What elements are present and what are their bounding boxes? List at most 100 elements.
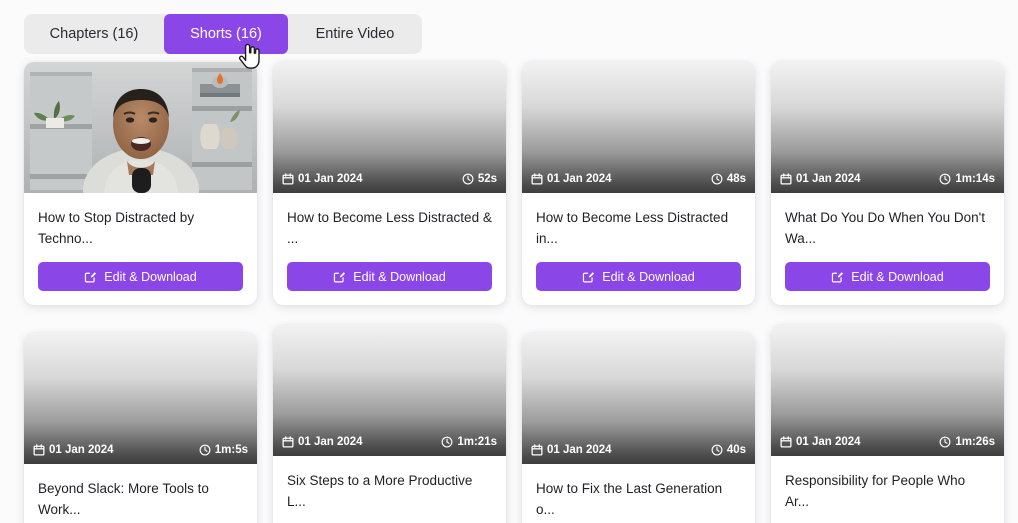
calendar-icon [282, 436, 294, 448]
card-thumbnail-placeholder[interactable]: 01 Jan 2024 1m:21s [273, 325, 506, 456]
card-date-text: 01 Jan 2024 [796, 436, 861, 448]
card-duration: 1m:5s [199, 444, 248, 456]
card-date-text: 01 Jan 2024 [547, 173, 612, 185]
calendar-icon [282, 173, 294, 185]
thumbnail-image [24, 62, 257, 193]
card-duration-text: 48s [726, 173, 746, 185]
clock-icon [441, 436, 453, 448]
card-title: How to Stop Distracted by Techno... [38, 210, 195, 246]
tab-shorts-label: Shorts (16) [190, 26, 262, 42]
tab-shorts[interactable]: Shorts (16) [164, 14, 288, 54]
card-title: How to Fix the Last Generation o... [536, 481, 723, 517]
card-thumbnail-placeholder[interactable]: 01 Jan 2024 40s [522, 333, 755, 464]
edit-and-download-button[interactable]: Edit & Download [536, 262, 741, 291]
card-duration: 40s [711, 444, 746, 456]
card-thumbnail-placeholder[interactable]: 01 Jan 2024 1m:14s [771, 62, 1004, 193]
edit-and-download-label: Edit & Download [602, 269, 695, 284]
edit-and-download-button[interactable]: Edit & Download [785, 262, 990, 291]
card-title: How to Become Less Distracted in... [536, 210, 729, 246]
edit-and-download-label: Edit & Download [851, 269, 944, 284]
card-body: How to Become Less Distracted & ... Edit… [273, 193, 506, 305]
card-duration-text: 1m:26s [955, 436, 995, 448]
short-card[interactable]: 01 Jan 2024 1m:14s What Do You Do When Y… [771, 62, 1004, 305]
clock-icon [711, 444, 723, 456]
thumbnail-meta: 01 Jan 2024 48s [522, 165, 755, 193]
short-card[interactable]: 01 Jan 2024 1m:21s Six Steps to a More P… [273, 325, 506, 523]
short-card[interactable]: 01 Jan 2024 52s How to Become Less Distr… [273, 62, 506, 305]
calendar-icon [780, 173, 792, 185]
thumbnail-meta: 01 Jan 2024 52s [273, 165, 506, 193]
grid-column-2: 01 Jan 2024 52s How to Become Less Distr… [273, 62, 506, 523]
thumbnail-meta: 01 Jan 2024 1m:26s [771, 428, 1004, 456]
card-date: 01 Jan 2024 [33, 444, 114, 456]
card-date: 01 Jan 2024 [282, 173, 363, 185]
clock-icon [939, 173, 951, 185]
edit-square-icon [832, 272, 844, 283]
card-thumbnail-placeholder[interactable]: 01 Jan 2024 1m:26s [771, 325, 1004, 456]
card-thumbnail-placeholder[interactable]: 01 Jan 2024 52s [273, 62, 506, 193]
tab-chapters[interactable]: Chapters (16) [24, 14, 164, 54]
calendar-icon [531, 444, 543, 456]
edit-square-icon [85, 272, 97, 283]
clock-icon [711, 173, 723, 185]
clock-icon [462, 173, 474, 185]
card-title: Six Steps to a More Productive L... [287, 473, 473, 509]
card-body: How to Become Less Distracted in... Edit… [522, 193, 755, 305]
card-body: How to Fix the Last Generation o... Edit… [522, 464, 755, 523]
card-date-text: 01 Jan 2024 [298, 436, 363, 448]
tab-chapters-label: Chapters (16) [49, 26, 139, 42]
shorts-card-grid: 01 Jan 2024 1m:8s How to Stop Distracted… [24, 62, 1018, 523]
card-date: 01 Jan 2024 [531, 173, 612, 185]
card-duration-text: 1m:14s [955, 173, 995, 185]
card-body: Responsibility for People Who Ar... Edit… [771, 456, 1004, 523]
card-body: Six Steps to a More Productive L... Edit… [273, 456, 506, 523]
card-thumbnail-photo[interactable] [24, 62, 257, 193]
card-body: How to Stop Distracted by Techno... Edit… [24, 193, 257, 305]
card-duration: 48s [711, 173, 746, 185]
thumbnail-meta: 01 Jan 2024 1m:14s [771, 165, 1004, 193]
card-duration: 52s [462, 173, 497, 185]
calendar-icon [780, 436, 792, 448]
short-card[interactable]: 01 Jan 2024 1m:26s Responsibility for Pe… [771, 325, 1004, 523]
card-duration: 1m:26s [939, 436, 995, 448]
calendar-icon [531, 173, 543, 185]
tab-entire-video[interactable]: Entire Video [288, 14, 422, 54]
thumbnail-meta: 01 Jan 2024 1m:21s [273, 428, 506, 456]
tab-entire-video-label: Entire Video [315, 26, 395, 42]
edit-and-download-label: Edit & Download [353, 269, 446, 284]
clock-icon [199, 444, 211, 456]
clock-icon [939, 436, 951, 448]
card-duration-text: 1m:5s [214, 444, 248, 456]
short-card[interactable]: 01 Jan 2024 1m:5s Beyond Slack: More Too… [24, 333, 257, 523]
card-title: Beyond Slack: More Tools to Work... [38, 481, 209, 517]
card-date-text: 01 Jan 2024 [547, 444, 612, 456]
card-thumbnail-placeholder[interactable]: 01 Jan 2024 1m:5s [24, 333, 257, 464]
edit-and-download-button[interactable]: Edit & Download [287, 262, 492, 291]
card-date-text: 01 Jan 2024 [298, 173, 363, 185]
thumbnail-meta: 01 Jan 2024 40s [522, 436, 755, 464]
card-duration: 1m:21s [441, 436, 497, 448]
card-duration: 1m:14s [939, 173, 995, 185]
calendar-icon [33, 444, 45, 456]
card-thumbnail-placeholder[interactable]: 01 Jan 2024 48s [522, 62, 755, 193]
edit-square-icon [334, 272, 346, 283]
card-date: 01 Jan 2024 [780, 436, 861, 448]
card-body: What Do You Do When You Don't Wa... Edit… [771, 193, 1004, 305]
edit-and-download-button[interactable]: Edit & Download [38, 262, 243, 291]
short-card[interactable]: 01 Jan 2024 40s How to Fix the Last Gene… [522, 333, 755, 523]
card-date: 01 Jan 2024 [282, 436, 363, 448]
grid-column-4: 01 Jan 2024 1m:14s What Do You Do When Y… [771, 62, 1004, 523]
shorts-gallery-page: Chapters (16) Shorts (16) Entire Video H… [0, 0, 1018, 523]
edit-and-download-label: Edit & Download [104, 269, 197, 284]
card-body: Beyond Slack: More Tools to Work... Edit… [24, 464, 257, 523]
short-card[interactable]: 01 Jan 2024 48s How to Become Less Distr… [522, 62, 755, 305]
card-title: How to Become Less Distracted & ... [287, 210, 492, 246]
card-date-text: 01 Jan 2024 [796, 173, 861, 185]
grid-column-3: 01 Jan 2024 48s How to Become Less Distr… [522, 62, 755, 523]
card-date: 01 Jan 2024 [531, 444, 612, 456]
short-card[interactable]: 01 Jan 2024 1m:8s How to Stop Distracted… [24, 62, 257, 305]
card-title: What Do You Do When You Don't Wa... [785, 210, 985, 246]
edit-square-icon [583, 272, 595, 283]
view-mode-tabbar: Chapters (16) Shorts (16) Entire Video [24, 14, 422, 54]
card-date: 01 Jan 2024 [780, 173, 861, 185]
